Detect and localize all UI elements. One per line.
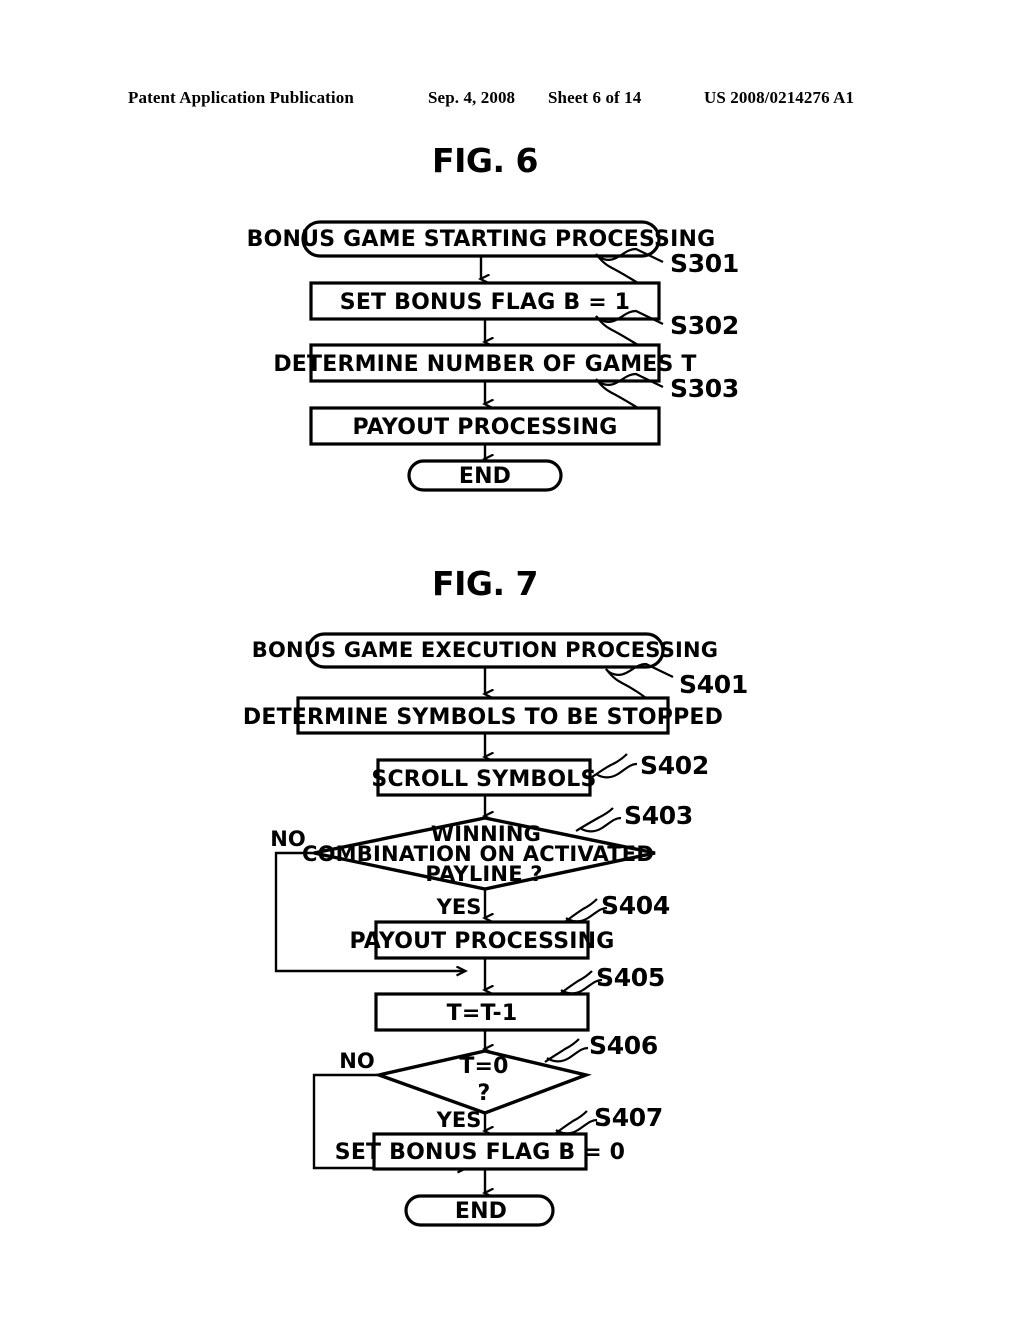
fig7-process-s405: T=T-1 xyxy=(374,992,590,1032)
fig7-end-label: END xyxy=(455,1199,507,1224)
fig7-branch-yes-s403: YES xyxy=(436,895,482,919)
fig6-s301-label: SET BONUS FLAG B = 1 xyxy=(340,290,630,315)
fig7-process-s402: SCROLL SYMBOLS xyxy=(371,758,596,797)
fig6-step-label-s301: S301 xyxy=(670,249,739,278)
fig7-s405-label: T=T-1 xyxy=(447,1001,518,1026)
fig7-step-label-s407: S407 xyxy=(594,1103,663,1132)
fig6-step-label-s302: S302 xyxy=(670,311,739,340)
fig7-leader-s405 xyxy=(559,970,593,995)
fig7-start-label: BONUS GAME EXECUTION PROCESSING xyxy=(252,638,719,662)
fig7-step-label-s402: S402 xyxy=(640,751,709,780)
fig7-leader-s407-squiggle xyxy=(555,1118,598,1135)
fig6-process-s301: SET BONUS FLAG B = 1 xyxy=(309,281,661,321)
fig7-s406-label-line2: ? xyxy=(478,1081,491,1106)
fig6-s303-label: PAYOUT PROCESSING xyxy=(352,415,617,440)
fig6-end-terminator: END xyxy=(407,459,563,492)
fig7-step-label-s401: S401 xyxy=(679,670,748,699)
fig7-end-terminator: END xyxy=(404,1194,555,1227)
fig6-step-label-s303: S303 xyxy=(670,374,739,403)
fig7-branch-no-s406: NO xyxy=(339,1049,374,1073)
figure-6-title: FIG. 6 xyxy=(432,141,538,180)
fig7-branch-yes-s406: YES xyxy=(436,1108,482,1132)
fig6-start-label: BONUS GAME STARTING PROCESSING xyxy=(247,227,716,252)
patent-drawing-sheet: FIG. 6 BONUS GAME STARTING PROCESSING SE… xyxy=(243,141,748,1227)
figure-7: FIG. 7 BONUS GAME EXECUTION PROCESSING D… xyxy=(243,564,748,1227)
fig7-s401-label: DETERMINE SYMBOLS TO BE STOPPED xyxy=(243,705,723,730)
fig7-s407-label: SET BONUS FLAG B = 0 xyxy=(335,1140,625,1165)
fig7-s404-label: PAYOUT PROCESSING xyxy=(349,929,614,954)
fig7-process-s401: DETERMINE SYMBOLS TO BE STOPPED xyxy=(243,696,723,735)
fig6-process-s302: DETERMINE NUMBER OF GAMES T xyxy=(273,343,696,383)
fig7-s402-label: SCROLL SYMBOLS xyxy=(371,767,596,792)
fig7-process-s407: SET BONUS FLAG B = 0 xyxy=(335,1132,625,1171)
fig7-step-label-s403: S403 xyxy=(624,801,693,830)
fig7-step-label-s405: S405 xyxy=(596,963,665,992)
fig6-end-label: END xyxy=(459,464,511,489)
fig7-leader-s403 xyxy=(575,807,614,832)
fig7-leader-s404 xyxy=(564,898,598,923)
fig6-process-s303: PAYOUT PROCESSING xyxy=(309,406,661,446)
fig7-start-terminator: BONUS GAME EXECUTION PROCESSING xyxy=(252,632,719,669)
fig7-leader-s407 xyxy=(554,1110,588,1135)
figure-7-title: FIG. 7 xyxy=(432,564,538,603)
fig7-s403-label-line3: PAYLINE ? xyxy=(425,862,542,886)
fig6-start-terminator: BONUS GAME STARTING PROCESSING xyxy=(247,220,716,258)
fig7-leader-s406-squiggle xyxy=(546,1046,589,1063)
figure-6: FIG. 6 BONUS GAME STARTING PROCESSING SE… xyxy=(247,141,739,492)
fig7-s406-label-line1: T=0 xyxy=(459,1054,508,1079)
fig7-step-label-s406: S406 xyxy=(589,1031,658,1060)
fig7-process-s404: PAYOUT PROCESSING xyxy=(349,920,614,960)
fig7-step-label-s404: S404 xyxy=(601,891,670,920)
fig7-branch-no-s403: NO xyxy=(270,827,305,851)
